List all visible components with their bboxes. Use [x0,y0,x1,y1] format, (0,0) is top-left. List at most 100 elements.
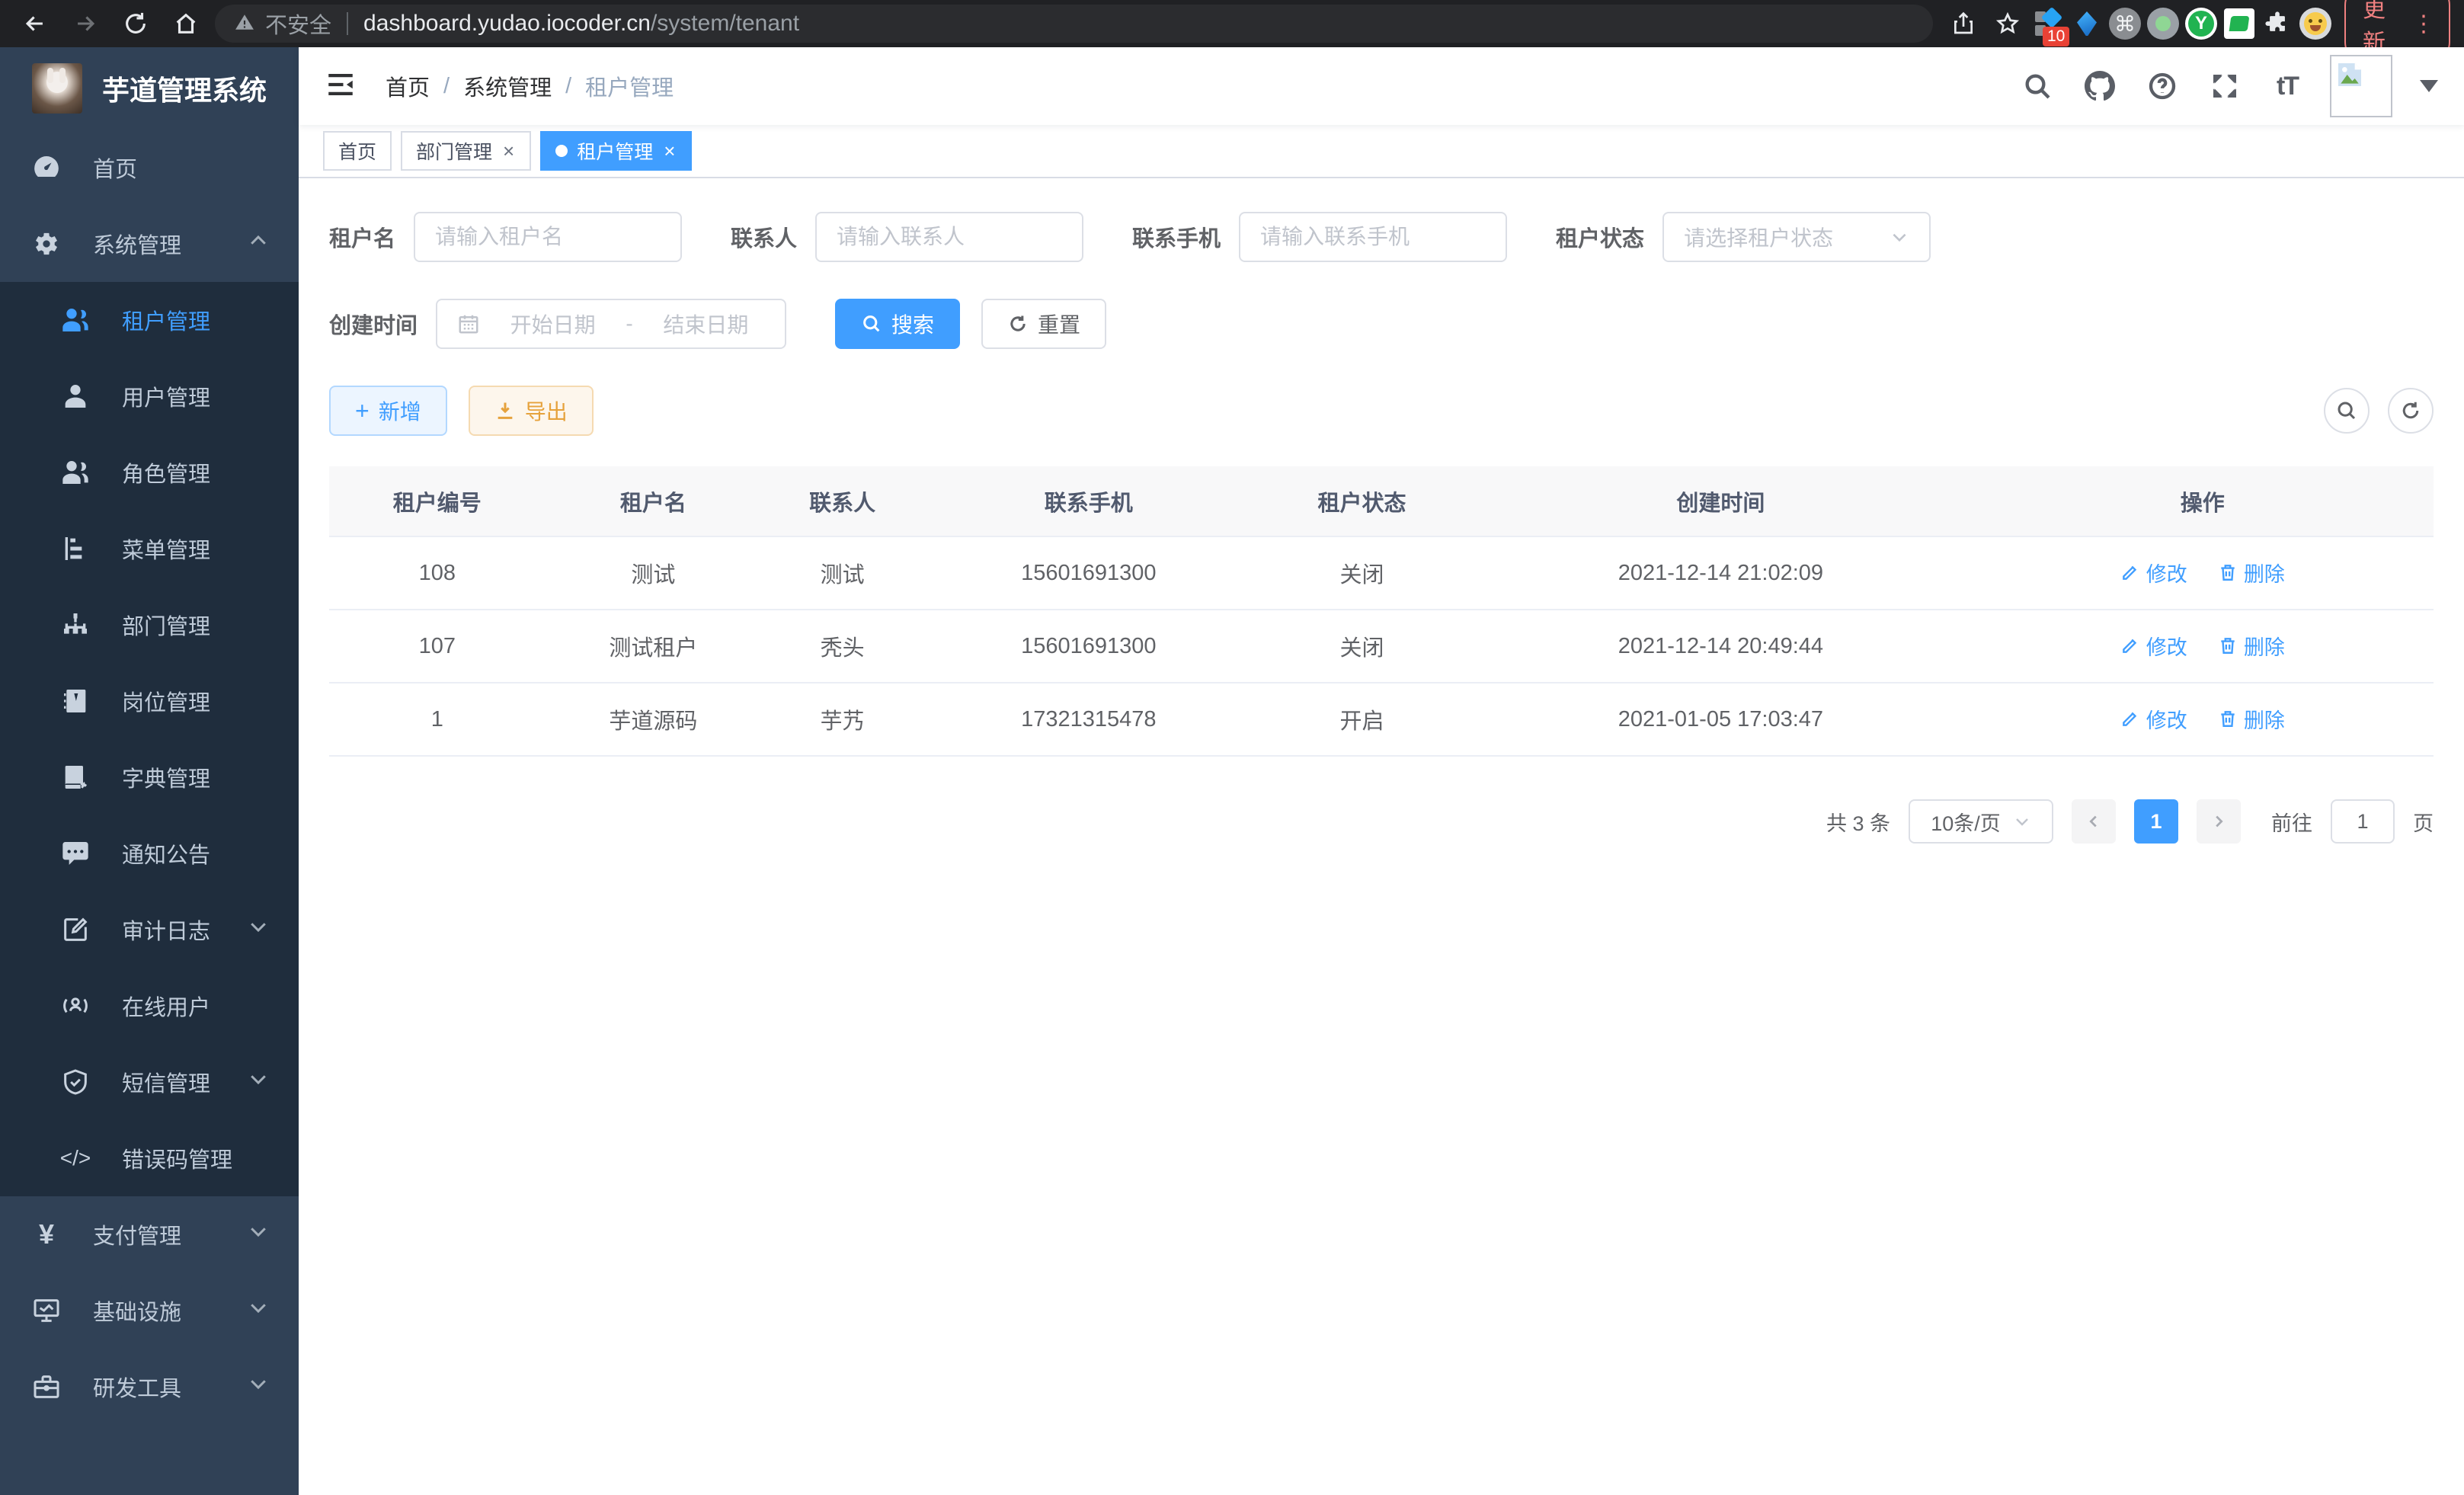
yen-icon: ¥ [29,1217,64,1252]
chevron-down-icon [247,1220,270,1249]
delete-link[interactable]: 删除 [2218,704,2285,734]
share-icon[interactable] [1944,4,1983,43]
sidebar-collapse-icon[interactable] [325,69,357,104]
extension-icon-command[interactable]: ⌘ [2108,7,2142,40]
avatar-dropdown-caret-icon[interactable] [2420,80,2438,92]
sidebar-item-online-users[interactable]: 在线用户 [0,968,299,1044]
bookmark-star-icon[interactable] [1988,4,2027,43]
not-secure-warning-icon[interactable] [235,12,254,36]
extension-icon-kite[interactable] [2070,7,2104,40]
date-range-picker[interactable]: 开始日期 - 结束日期 [436,299,786,349]
sidebar-item-tenant[interactable]: 租户管理 [0,282,299,358]
sidebar-item-system[interactable]: 系统管理 [0,206,299,282]
browser-back-button[interactable] [14,2,56,45]
page-size-select[interactable]: 10条/页 [1909,799,2053,844]
edit-link[interactable]: 修改 [2120,558,2187,587]
sidebar-item-role[interactable]: 角色管理 [0,434,299,511]
address-bar[interactable]: 不安全 dashboard.yudao.iocoder.cn/system/te… [215,5,1933,43]
close-icon[interactable]: × [662,139,677,163]
extension-icon-gray-circle[interactable] [2146,7,2180,40]
sidebar-item-devtools[interactable]: 研发工具 [0,1349,299,1425]
tenant-name-label: 租户名 [329,221,395,253]
tab-home[interactable]: 首页 [323,131,392,171]
add-button[interactable]: + 新增 [329,386,447,436]
shield-check-icon [58,1064,93,1100]
sidebar-item-pay[interactable]: ¥ 支付管理 [0,1196,299,1273]
header-search-icon[interactable] [2018,66,2057,106]
url-text: dashboard.yudao.iocoder.cn/system/tenant [363,11,799,37]
sidebar-item-menu[interactable]: 菜单管理 [0,511,299,587]
col-tenant-name: 租户名 [546,466,762,536]
status-select[interactable]: 请选择租户状态 [1662,212,1931,262]
breadcrumb: 首页 / 系统管理 / 租户管理 [386,70,674,102]
next-page-button[interactable] [2197,799,2241,844]
show-search-toggle-button[interactable] [2324,388,2370,434]
sidebar-item-user[interactable]: 用户管理 [0,358,299,434]
start-date-placeholder[interactable]: 开始日期 [494,309,612,339]
close-icon[interactable]: × [501,139,516,163]
breadcrumb-home[interactable]: 首页 [386,70,430,102]
org-tree-icon [58,607,93,642]
extension-icon-chat[interactable] [2222,7,2256,40]
tenant-name-input[interactable] [414,212,682,262]
edit-pencil-icon [2120,709,2140,728]
reset-button[interactable]: 重置 [981,299,1106,349]
edit-pencil-icon [2120,562,2140,582]
tab-dept[interactable]: 部门管理 × [401,131,531,171]
profile-avatar-icon[interactable] [2299,7,2332,40]
tab-tenant-active[interactable]: 租户管理 × [540,131,692,171]
extension-icon-tampermonkey[interactable]: 10 [2032,7,2066,40]
breadcrumb-system[interactable]: 系统管理 [463,70,552,102]
users-group-icon [58,455,93,490]
goto-page-input[interactable] [2331,799,2395,844]
chrome-menu-dots-icon[interactable]: ⋮ [2412,11,2435,37]
user-avatar-broken-image[interactable] [2330,55,2392,117]
extensions-puzzle-icon[interactable] [2261,7,2294,40]
sidebar-item-error-code[interactable]: </> 错误码管理 [0,1120,299,1196]
end-date-placeholder[interactable]: 结束日期 [647,309,765,339]
code-icon: </> [58,1141,93,1176]
sidebar-item-dict[interactable]: 字典管理 [0,739,299,815]
sidebar-item-post[interactable]: 岗位管理 [0,663,299,739]
sidebar-item-notice[interactable]: 通知公告 [0,815,299,892]
extension-badge: 10 [2043,27,2069,46]
export-button[interactable]: 导出 [469,386,594,436]
search-button[interactable]: 搜索 [835,299,960,349]
sidebar-item-dept[interactable]: 部门管理 [0,587,299,663]
browser-reload-button[interactable] [114,2,157,45]
table-row: 107 测试租户 秃头 15601691300 关闭 2021-12-14 20… [329,610,2434,683]
github-icon[interactable] [2080,66,2120,106]
sidebar-item-sms[interactable]: 短信管理 [0,1044,299,1120]
app-logo-row[interactable]: 芋道管理系统 [0,47,299,130]
delete-link[interactable]: 删除 [2218,631,2285,661]
users-icon [58,303,93,338]
edit-link[interactable]: 修改 [2120,704,2187,734]
refresh-table-button[interactable] [2388,388,2434,434]
phone-input[interactable] [1239,212,1507,262]
sidebar-item-infra[interactable]: 基础设施 [0,1273,299,1349]
fullscreen-icon[interactable] [2205,66,2245,106]
status-text: 关闭 [1254,536,1470,610]
phone-label: 联系手机 [1132,221,1221,253]
refresh-icon [1007,313,1029,335]
sidebar-item-audit-log[interactable]: 审计日志 [0,892,299,968]
trash-icon [2218,562,2238,582]
edit-link[interactable]: 修改 [2120,631,2187,661]
delete-link[interactable]: 删除 [2218,558,2285,587]
contact-label: 联系人 [731,221,797,253]
status-text: 开启 [1254,683,1470,756]
contact-input[interactable] [815,212,1083,262]
help-icon[interactable] [2142,66,2182,106]
font-size-icon[interactable]: tT [2267,66,2307,106]
col-tenant-id: 租户编号 [329,466,546,536]
prev-page-button[interactable] [2072,799,2116,844]
page-number-1[interactable]: 1 [2134,799,2178,844]
sidebar-item-home[interactable]: 首页 [0,130,299,206]
extension-icon-y[interactable]: Y [2184,7,2218,40]
browser-toolbar: 不安全 dashboard.yudao.iocoder.cn/system/te… [0,0,2464,47]
browser-forward-button[interactable] [64,2,107,45]
table-row: 1 芋道源码 芋艿 17321315478 开启 2021-01-05 17:0… [329,683,2434,756]
trash-icon [2218,709,2238,728]
briefcase-icon [29,1369,64,1404]
browser-home-button[interactable] [165,2,207,45]
